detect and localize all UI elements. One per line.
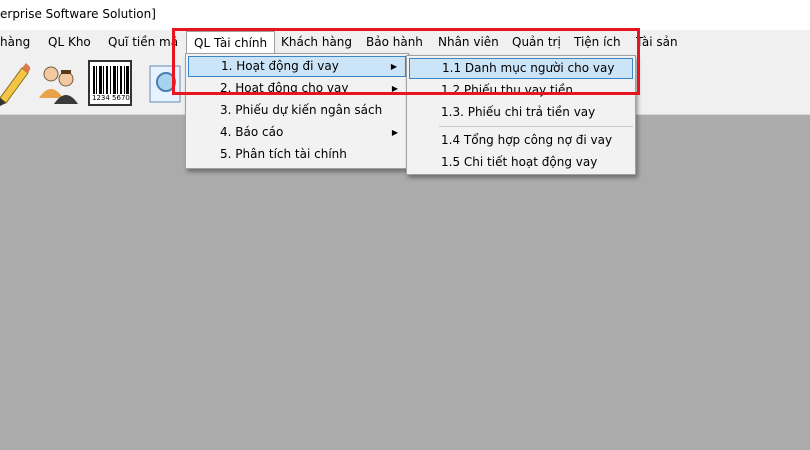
menu-item-phan-tich-tai-chinh[interactable]: 5. Phân tích tài chính (188, 144, 406, 165)
menu-bao-hanh[interactable]: Bảo hành (366, 30, 423, 54)
menu-bar: hàng QL Kho Quĩ tiền mặ QL Tài chính Khá… (0, 30, 810, 55)
users-icon[interactable] (36, 60, 82, 106)
menu-item-label: 1.3. Phiếu chi trả tiền vay (441, 105, 596, 119)
menu-item-phieu-chi-tra-tien-vay[interactable]: 1.3. Phiếu chi trả tiền vay (409, 102, 633, 123)
menu-separator (439, 126, 633, 127)
menu-item-label: 1.2 Phiếu thu vay tiền (441, 83, 574, 97)
borrow-submenu: 1.1 Danh mục người cho vay 1.2 Phiếu thu… (406, 55, 636, 175)
submenu-arrow-icon: ▶ (390, 62, 397, 71)
menu-item-label: 3. Phiếu dự kiến ngân sách (220, 103, 383, 117)
menu-ban-hang[interactable]: hàng (0, 30, 30, 54)
finance-dropdown: 1. Hoạt động đi vay ▶ 2. Hoạt động cho v… (185, 53, 409, 169)
menu-item-label: 2. Hoạt động cho vay (220, 81, 349, 95)
menu-item-chi-tiet-hoat-dong-vay[interactable]: 1.5 Chi tiết hoạt động vay (409, 152, 633, 173)
menu-item-phieu-du-kien-ngan-sach[interactable]: 3. Phiếu dự kiến ngân sách (188, 100, 406, 121)
submenu-arrow-icon: ▶ (391, 84, 398, 93)
document-icon[interactable] (146, 60, 186, 106)
menu-item-label: 5. Phân tích tài chính (220, 147, 347, 161)
menu-item-danh-muc-nguoi-cho-vay[interactable]: 1.1 Danh mục người cho vay (409, 58, 633, 79)
menu-item-bao-cao[interactable]: 4. Báo cáo ▶ (188, 122, 406, 143)
menu-item-label: 1.5 Chi tiết hoạt động vay (441, 155, 598, 169)
menu-nhan-vien[interactable]: Nhân viên (438, 30, 499, 54)
menu-tien-ich[interactable]: Tiện ích (574, 30, 621, 54)
menu-item-phieu-thu-vay-tien[interactable]: 1.2 Phiếu thu vay tiền (409, 80, 633, 101)
barcode-number: 1234 5670 (92, 94, 130, 102)
menu-item-label: 1.1 Danh mục người cho vay (442, 61, 615, 75)
menu-item-hoat-dong-di-vay[interactable]: 1. Hoạt động đi vay ▶ (188, 56, 406, 77)
menu-item-hoat-dong-cho-vay[interactable]: 2. Hoạt động cho vay ▶ (188, 78, 406, 99)
menu-item-tong-hop-cong-no-di-vay[interactable]: 1.4 Tổng hợp công nợ đi vay (409, 130, 633, 151)
menu-item-label: 4. Báo cáo (220, 125, 284, 139)
submenu-arrow-icon: ▶ (391, 128, 398, 137)
pencil-icon[interactable] (0, 60, 30, 106)
menu-quan-tri[interactable]: Quản trị (512, 30, 561, 54)
barcode-icon[interactable]: 1234 5670 (88, 60, 132, 106)
menu-item-label: 1.4 Tổng hợp công nợ đi vay (441, 133, 613, 147)
menu-tai-san[interactable]: Tài sản (636, 30, 678, 54)
menu-ql-tai-chinh[interactable]: QL Tài chính (186, 31, 276, 55)
menu-item-label: 1. Hoạt động đi vay (221, 59, 339, 73)
menu-ql-kho[interactable]: QL Kho (48, 30, 91, 54)
window-title: erprise Software Solution] (0, 7, 156, 21)
menu-khach-hang[interactable]: Khách hàng (281, 30, 352, 54)
title-bar: erprise Software Solution] (0, 0, 810, 30)
menu-quy-tien-mat[interactable]: Quĩ tiền mặ (108, 30, 178, 54)
